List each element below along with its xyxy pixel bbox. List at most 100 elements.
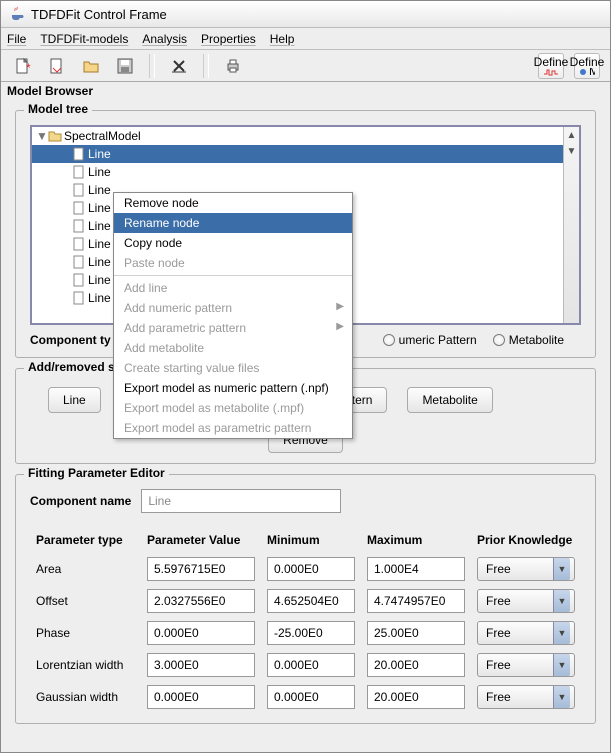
save-icon[interactable]: [113, 54, 137, 78]
line-button[interactable]: Line: [48, 387, 101, 413]
tree-item-label: Line: [88, 147, 111, 161]
new-with-arrow-icon[interactable]: [45, 54, 69, 78]
col-header-min: Minimum: [261, 527, 361, 553]
tree-twisty-icon[interactable]: ▼: [36, 129, 46, 143]
tree-item[interactable]: Line: [32, 163, 563, 181]
prior-knowledge-combo[interactable]: Free: [477, 653, 575, 677]
table-row: Lorentzian width Free: [30, 649, 581, 681]
combo-value: Free: [486, 562, 511, 576]
print-icon[interactable]: [221, 54, 245, 78]
combo-value: Free: [486, 626, 511, 640]
tree-item-label: Line: [88, 255, 111, 269]
folder-icon: [48, 129, 62, 143]
ctx-remove-node[interactable]: Remove node: [114, 193, 352, 213]
tree-item-label: Line: [88, 201, 111, 215]
col-header-type: Parameter type: [30, 527, 141, 553]
radio-metabolite[interactable]: Metabolite: [493, 333, 564, 347]
tab-label: Model Browser: [7, 84, 93, 98]
toolbar: * Define DefineM: [1, 50, 610, 82]
param-min-input[interactable]: [267, 685, 355, 709]
prior-knowledge-combo[interactable]: Free: [477, 685, 575, 709]
prior-knowledge-combo[interactable]: Free: [477, 557, 575, 581]
param-value-input[interactable]: [147, 653, 255, 677]
open-folder-icon[interactable]: [79, 54, 103, 78]
param-max-input[interactable]: [367, 685, 465, 709]
define-button-2[interactable]: DefineM: [574, 53, 600, 79]
combo-value: Free: [486, 658, 511, 672]
col-header-max: Maximum: [361, 527, 471, 553]
toolbar-separator: [149, 54, 155, 78]
tree-item-label: Line: [88, 237, 111, 251]
ctx-add-numeric-pattern[interactable]: Add numeric pattern: [114, 298, 352, 318]
param-value-input[interactable]: [147, 621, 255, 645]
param-value-input[interactable]: [147, 685, 255, 709]
ctx-add-metabolite[interactable]: Add metabolite: [114, 338, 352, 358]
ctx-add-line[interactable]: Add line: [114, 278, 352, 298]
prior-knowledge-combo[interactable]: Free: [477, 589, 575, 613]
ctx-export-npf[interactable]: Export model as numeric pattern (.npf): [114, 378, 352, 398]
param-name: Lorentzian width: [30, 649, 141, 681]
menu-file[interactable]: File: [7, 32, 26, 46]
file-icon: [72, 219, 86, 233]
svg-text:M: M: [589, 68, 595, 76]
ctx-paste-node[interactable]: Paste node: [114, 253, 352, 273]
param-min-input[interactable]: [267, 589, 355, 613]
param-max-input[interactable]: [367, 621, 465, 645]
radio-dot-icon: [383, 334, 395, 346]
tree-item-label: Line: [88, 273, 111, 287]
tree-item[interactable]: Line: [32, 145, 563, 163]
ctx-create-starting-values[interactable]: Create starting value files: [114, 358, 352, 378]
tree-item-label: Line: [88, 219, 111, 233]
col-header-pk: Prior Knowledge: [471, 527, 581, 553]
param-value-input[interactable]: [147, 557, 255, 581]
radio-label: umeric Pattern: [399, 333, 477, 347]
file-icon: [72, 237, 86, 251]
delete-x-icon[interactable]: [167, 54, 191, 78]
ctx-rename-node[interactable]: Rename node: [114, 213, 352, 233]
tree-item-label: Line: [88, 291, 111, 305]
file-icon: [72, 201, 86, 215]
param-min-input[interactable]: [267, 653, 355, 677]
param-value-input[interactable]: [147, 589, 255, 613]
param-max-input[interactable]: [367, 653, 465, 677]
param-name: Offset: [30, 585, 141, 617]
file-icon: [72, 291, 86, 305]
menu-help[interactable]: Help: [270, 32, 295, 46]
scroll-down-icon[interactable]: ▼: [564, 143, 579, 159]
component-name-label: Component name: [30, 494, 131, 508]
menu-properties[interactable]: Properties: [201, 32, 256, 46]
svg-text:*: *: [26, 61, 31, 74]
fitting-parameter-editor-group: Fitting Parameter Editor Component name …: [15, 474, 596, 724]
window-title: TDFDFit Control Frame: [31, 7, 167, 22]
prior-knowledge-combo[interactable]: Free: [477, 621, 575, 645]
group-title-add-remove: Add/removed sp: [24, 360, 126, 374]
define-button-1[interactable]: Define: [538, 53, 564, 79]
tree-scrollbar[interactable]: ▲ ▼: [563, 127, 579, 323]
menu-tdfdfit-models[interactable]: TDFDFit-models: [40, 32, 128, 46]
param-max-input[interactable]: [367, 557, 465, 581]
table-row: Offset Free: [30, 585, 581, 617]
radio-numeric-pattern[interactable]: umeric Pattern: [383, 333, 477, 347]
tree-root[interactable]: ▼ SpectralModel: [32, 127, 563, 145]
ctx-add-parametric-pattern[interactable]: Add parametric pattern: [114, 318, 352, 338]
param-name: Area: [30, 553, 141, 585]
combo-value: Free: [486, 690, 511, 704]
context-menu-separator: [114, 275, 352, 276]
metabolite-button[interactable]: Metabolite: [407, 387, 492, 413]
menu-analysis[interactable]: Analysis: [142, 32, 187, 46]
table-row: Area Free: [30, 553, 581, 585]
param-min-input[interactable]: [267, 621, 355, 645]
new-doc-icon[interactable]: *: [11, 54, 35, 78]
ctx-export-mpf[interactable]: Export model as metabolite (.mpf): [114, 398, 352, 418]
scroll-up-icon[interactable]: ▲: [564, 127, 579, 143]
ctx-export-parametric[interactable]: Export model as parametric pattern: [114, 418, 352, 438]
param-min-input[interactable]: [267, 557, 355, 581]
window-titlebar: TDFDFit Control Frame: [1, 1, 610, 28]
param-max-input[interactable]: [367, 589, 465, 613]
ctx-copy-node[interactable]: Copy node: [114, 233, 352, 253]
combo-value: Free: [486, 594, 511, 608]
component-name-field[interactable]: [141, 489, 341, 513]
model-browser-tab: Model Browser: [1, 82, 610, 102]
file-icon: [72, 165, 86, 179]
tree-item-label: Line: [88, 165, 111, 179]
